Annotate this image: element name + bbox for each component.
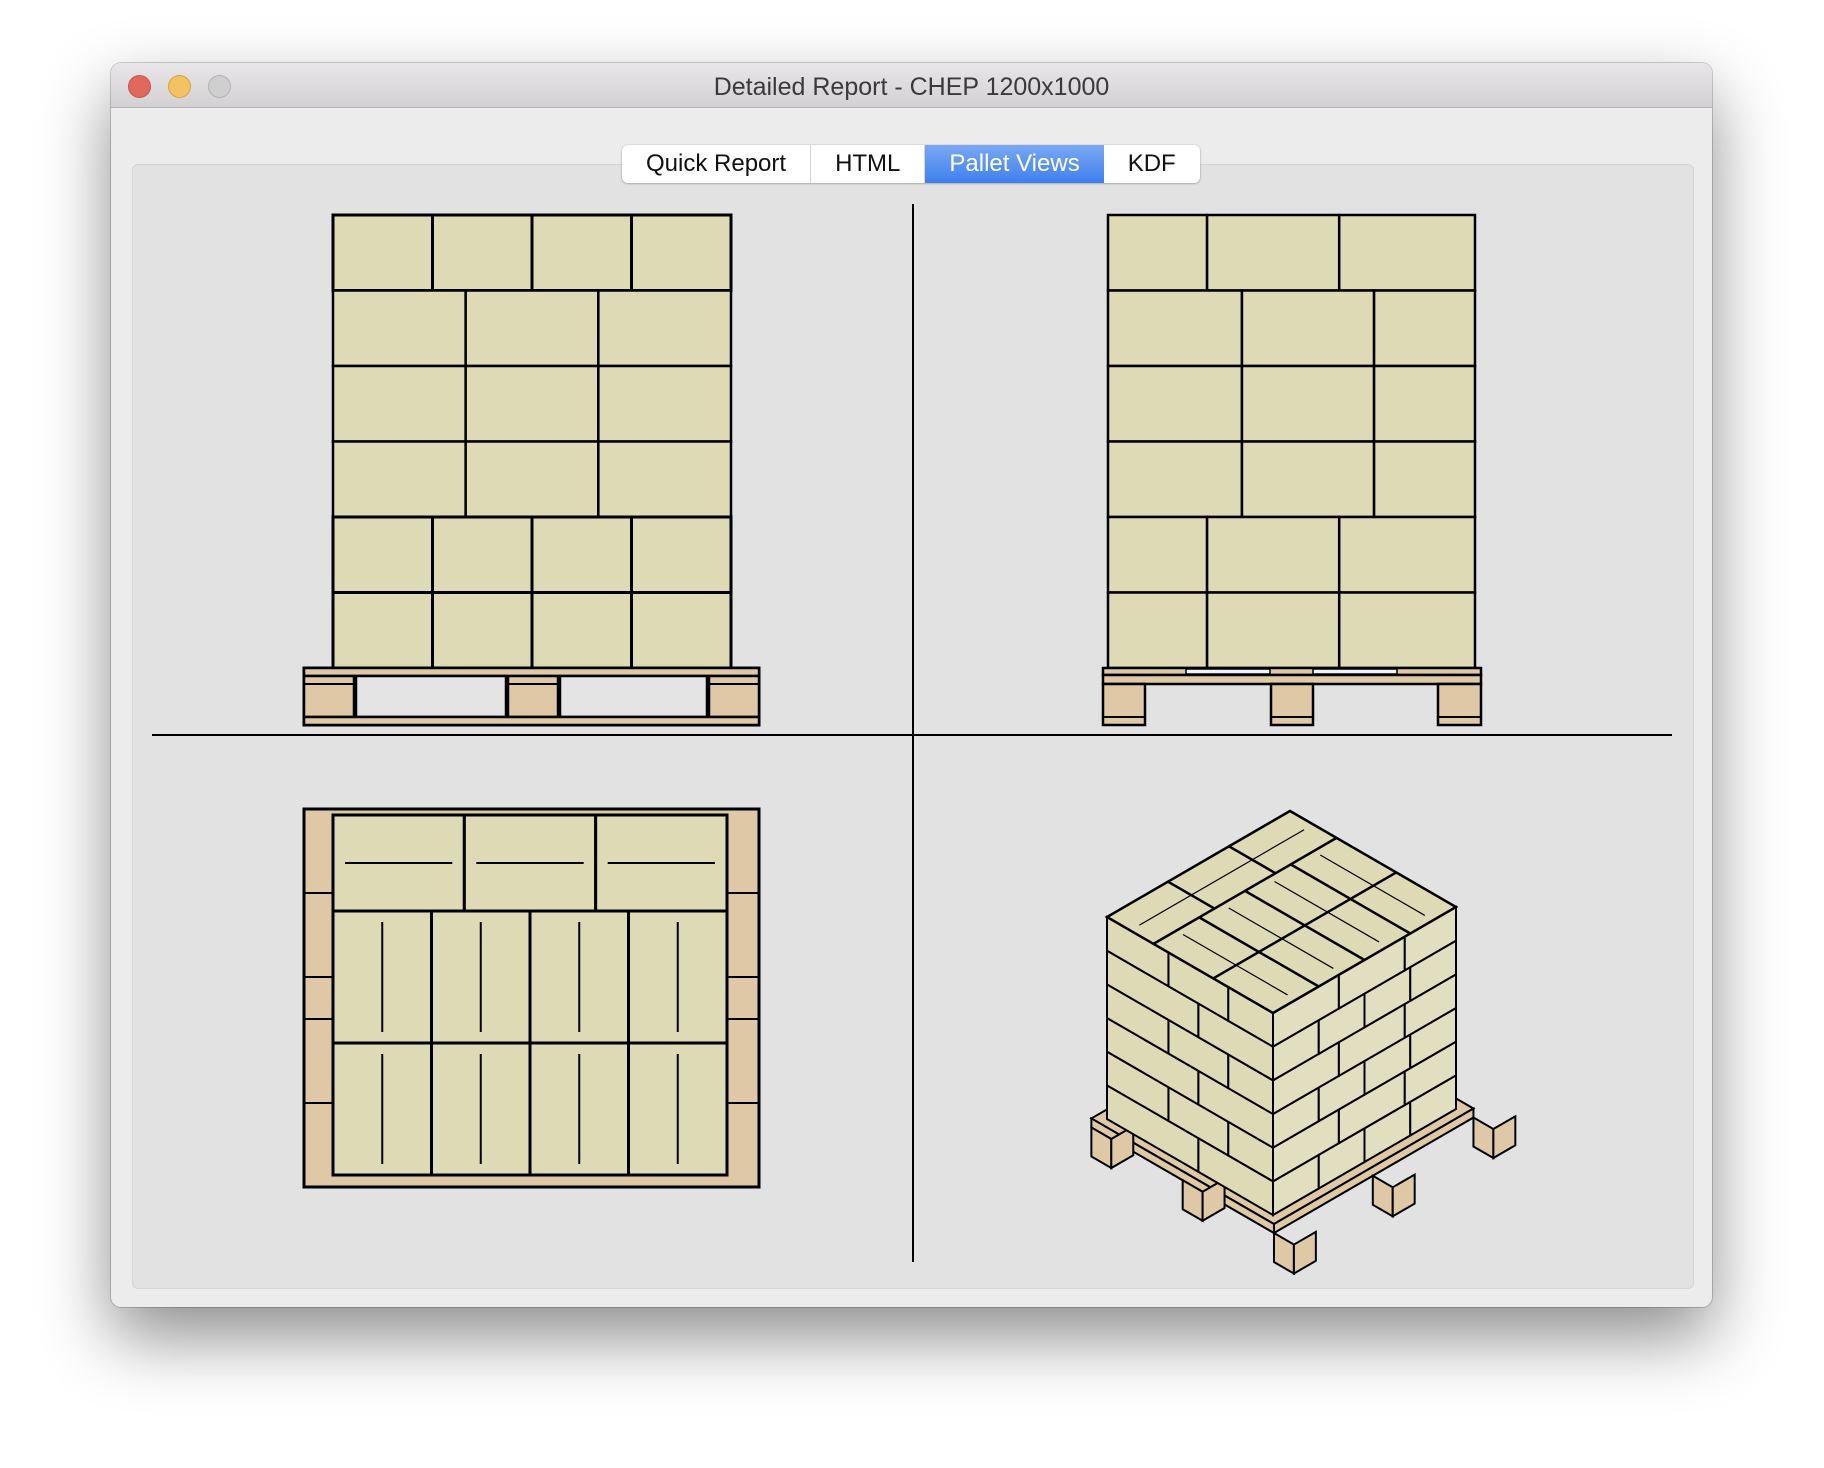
pallet-block [506,674,560,719]
deck-gap [1312,668,1398,675]
pallet-block [1371,1174,1394,1219]
box [431,515,534,594]
box [530,591,633,670]
box [1106,515,1209,594]
box [1106,364,1244,443]
box [464,364,600,443]
box [1337,213,1477,292]
top-view [302,807,761,1189]
box [597,289,733,368]
deck-gap [1185,668,1271,675]
pallet-block [1472,1115,1495,1160]
box [1337,591,1477,670]
box [431,591,534,670]
box [331,515,434,594]
box [597,364,733,443]
pallet-block [1272,1231,1295,1276]
box [1240,289,1376,368]
pallet-block [1101,682,1147,727]
isometric-view [1089,809,1517,1276]
pallet-opening [558,674,709,719]
box [597,440,733,519]
box [1205,213,1341,292]
pallet-block [302,674,356,719]
box [1337,515,1477,594]
pallet-bottom-board [302,715,761,727]
box [331,364,467,443]
pallet-stringer [1101,673,1483,686]
box [431,213,534,292]
box [1372,440,1477,519]
box [1106,289,1244,368]
box [331,289,467,368]
box [630,213,733,292]
box [331,591,434,670]
pallet-block [1292,1230,1317,1276]
box [464,440,600,519]
box [1372,289,1477,368]
box [331,213,434,292]
pallet-block [1269,682,1315,727]
box [1372,364,1477,443]
pallet-block [1492,1114,1517,1160]
pallet-block [707,674,761,719]
pallet-block [1436,682,1483,727]
box [530,515,633,594]
box [1205,515,1341,594]
box [1106,213,1209,292]
pallet-views-canvas [152,204,1672,1276]
box [630,591,733,670]
front-view [302,213,761,727]
box [1106,440,1244,519]
box [1240,364,1376,443]
box [630,515,733,594]
pallet-block [1391,1172,1416,1219]
box [1106,591,1209,670]
box [1240,440,1376,519]
side-view [1101,213,1483,727]
box [331,440,467,519]
pallet-opening [354,674,508,719]
box [530,213,633,292]
box [1205,591,1341,670]
box [464,289,600,368]
